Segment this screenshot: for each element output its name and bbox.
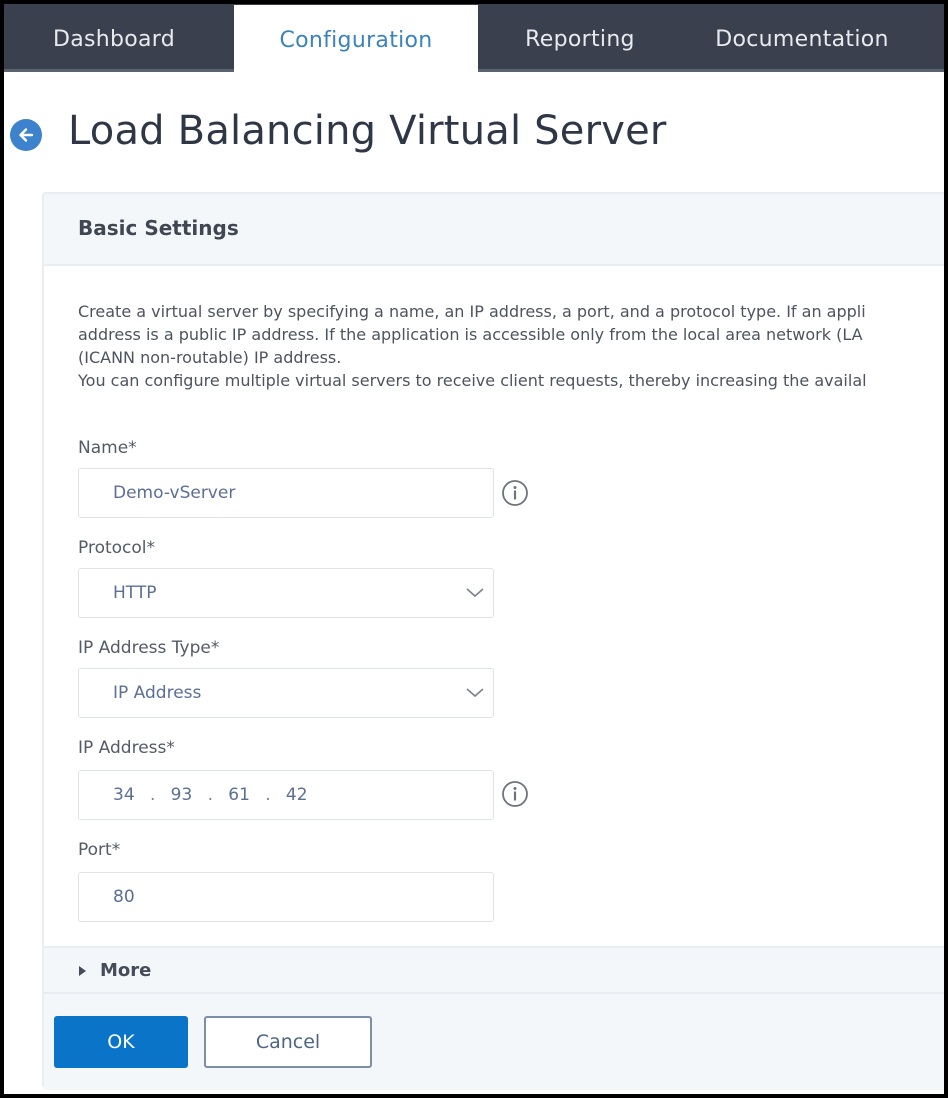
ip-octet-3[interactable]: 61 xyxy=(228,771,250,819)
basic-settings-panel: Basic Settings Create a virtual server b… xyxy=(42,192,944,1090)
description-line: address is a public IP address. If the a… xyxy=(78,325,863,344)
tab-dashboard[interactable]: Dashboard xyxy=(34,4,194,72)
description-line: (ICANN non-routable) IP address. xyxy=(78,348,342,367)
panel-description: Create a virtual server by specifying a … xyxy=(78,300,944,392)
back-arrow-icon[interactable] xyxy=(10,119,42,151)
ok-button[interactable]: OK xyxy=(54,1016,188,1068)
panel-header: Basic Settings xyxy=(44,194,944,266)
info-circle-icon[interactable] xyxy=(500,478,530,508)
ip-octet-4[interactable]: 42 xyxy=(286,771,308,819)
tab-reporting[interactable]: Reporting xyxy=(478,4,682,72)
port-label: Port* xyxy=(78,840,121,860)
tab-configuration[interactable]: Configuration xyxy=(234,5,478,76)
more-toggle[interactable]: More xyxy=(44,946,944,994)
port-input[interactable]: 80 xyxy=(78,872,494,922)
chevron-down-icon xyxy=(466,688,484,698)
top-nav: Dashboard Configuration Reporting Docume… xyxy=(4,4,944,76)
protocol-value: HTTP xyxy=(113,583,157,603)
tab-documentation[interactable]: Documentation xyxy=(682,4,922,72)
ip-octet-1[interactable]: 34 xyxy=(113,771,135,819)
name-label: Name* xyxy=(78,438,137,458)
ip-address-label: IP Address* xyxy=(78,738,175,758)
ip-separator: . xyxy=(207,785,213,805)
caret-right-icon xyxy=(79,966,86,976)
ip-octet-2[interactable]: 93 xyxy=(171,771,193,819)
ip-address-type-select[interactable]: IP Address xyxy=(78,668,494,718)
panel-footer: OK Cancel xyxy=(44,994,944,1090)
protocol-label: Protocol* xyxy=(78,538,156,558)
ip-address-type-label: IP Address Type* xyxy=(78,638,220,658)
info-circle-icon[interactable] xyxy=(500,779,530,809)
page-title: Load Balancing Virtual Server xyxy=(68,108,667,154)
description-line: You can configure multiple virtual serve… xyxy=(78,371,867,390)
ip-address-input[interactable]: 34. 93. 61. 42 xyxy=(78,770,494,820)
protocol-select[interactable]: HTTP xyxy=(78,568,494,618)
cancel-button[interactable]: Cancel xyxy=(204,1016,372,1068)
ip-separator: . xyxy=(149,785,156,805)
chevron-down-icon xyxy=(466,588,484,598)
ip-address-type-value: IP Address xyxy=(113,683,202,703)
panel-title: Basic Settings xyxy=(78,216,239,240)
app-window: Dashboard Configuration Reporting Docume… xyxy=(4,4,944,1094)
more-label: More xyxy=(100,960,152,981)
description-line: Create a virtual server by specifying a … xyxy=(78,302,866,321)
name-input[interactable]: Demo-vServer xyxy=(78,468,494,518)
ip-separator: . xyxy=(265,785,271,805)
